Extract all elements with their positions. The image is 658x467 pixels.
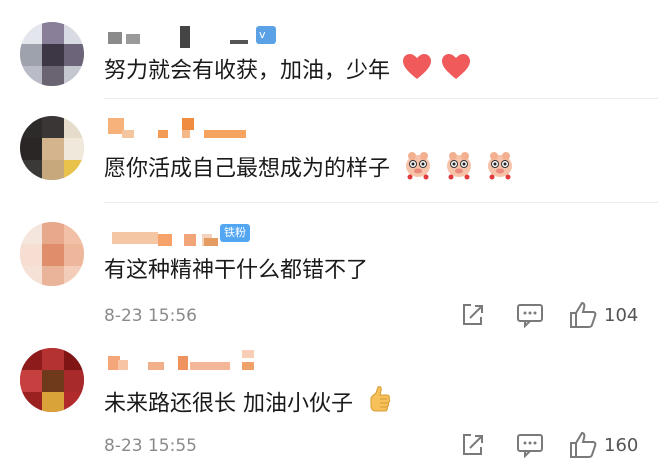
divider: [104, 202, 658, 203]
comment-text-content: 未来路还很长 加油小伙子: [104, 391, 353, 417]
divider: [104, 98, 658, 99]
share-icon: [463, 304, 483, 325]
comment-icon: [517, 304, 543, 328]
username-redacted[interactable]: [104, 118, 284, 140]
share-icon: [463, 434, 483, 455]
timestamp: 8-23 15:55: [104, 436, 197, 456]
comment-text: 愿你活成自己最想成为的样子: [104, 150, 515, 189]
comment-text: 有这种精神干什么都错不了: [104, 256, 368, 286]
comment-text: 努力就会有收获，加油，少年: [104, 54, 471, 89]
like-button[interactable]: 104: [568, 300, 638, 330]
like-count: 160: [604, 434, 639, 456]
comment-text-content: 有这种精神干什么都错不了: [104, 258, 369, 283]
avatar[interactable]: [20, 222, 84, 286]
username-redacted[interactable]: [104, 350, 274, 372]
like-count: 104: [604, 304, 639, 326]
like-button[interactable]: 160: [568, 430, 638, 460]
share-button[interactable]: [460, 302, 486, 328]
thumbs-up-emoji: [366, 385, 392, 424]
thumbs-up-icon: [570, 301, 597, 328]
thumbs-up-icon: [570, 431, 597, 458]
comment-icon: [517, 434, 543, 458]
reply-button[interactable]: [516, 432, 544, 458]
username-redacted[interactable]: v: [104, 26, 284, 48]
share-button[interactable]: [460, 432, 486, 458]
heart-emoji: [442, 54, 471, 89]
vip-badge: v: [256, 26, 276, 44]
avatar[interactable]: [20, 348, 84, 412]
comment-text-content: 愿你活成自己最想成为的样子: [104, 156, 391, 182]
heart-emoji: [403, 54, 432, 89]
fan-badge: 铁粉: [220, 224, 250, 242]
pig-emoji: [444, 150, 474, 189]
pig-emoji: [403, 150, 433, 189]
timestamp: 8-23 15:56: [104, 306, 197, 326]
pig-emoji: [485, 150, 515, 189]
comment-text-content: 努力就会有收获，加油，少年: [104, 58, 391, 84]
avatar[interactable]: [20, 22, 84, 86]
comment-text: 未来路还很长 加油小伙子: [104, 385, 392, 424]
avatar[interactable]: [20, 116, 84, 180]
reply-button[interactable]: [516, 302, 544, 328]
